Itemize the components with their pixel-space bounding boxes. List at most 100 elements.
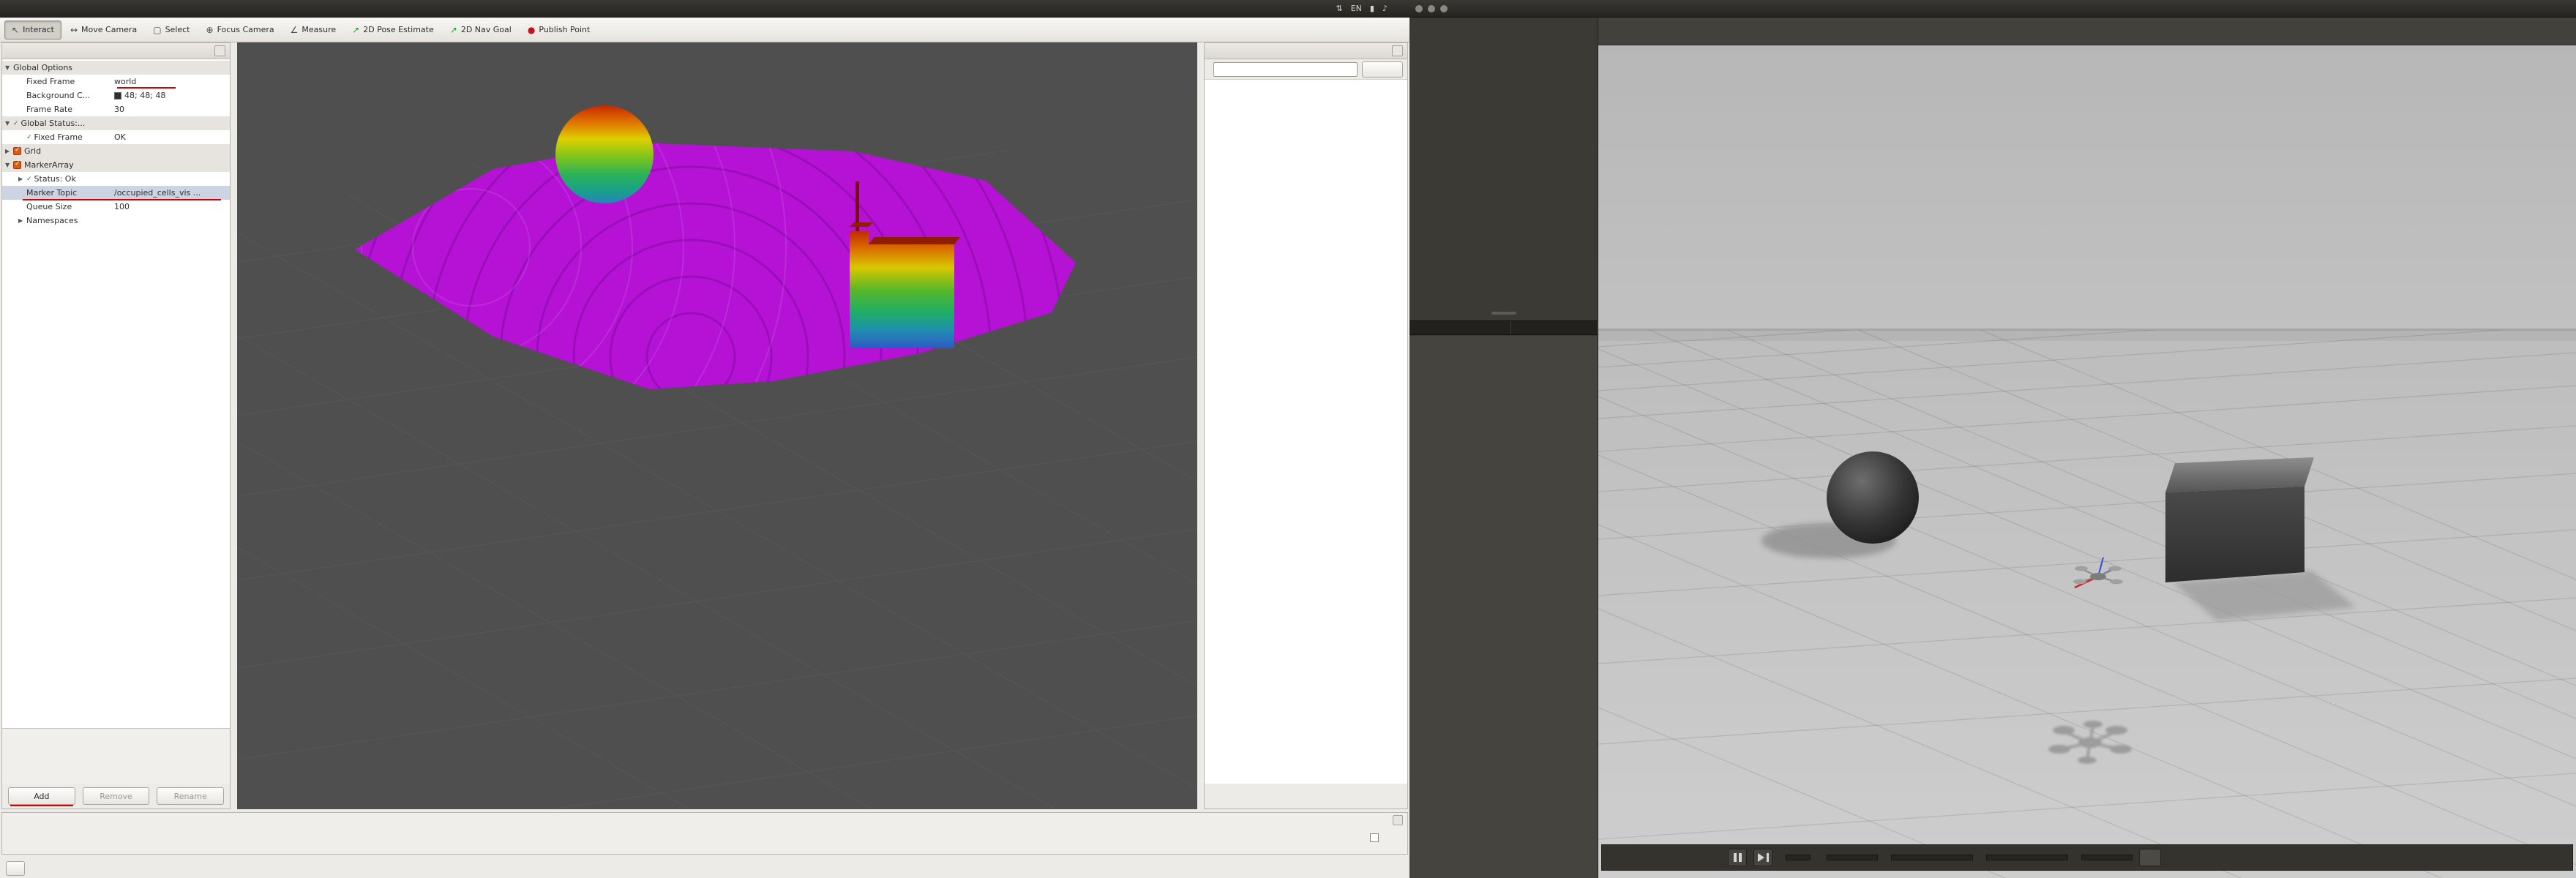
tool-icon: ↖ [12, 24, 20, 35]
row-global-status[interactable]: ▼ ✓ Global Status:... [2, 116, 230, 130]
property-value[interactable]: 100 [114, 202, 230, 211]
add-display-button[interactable]: Add [8, 787, 75, 806]
property-name: Global Status:... [20, 119, 86, 128]
close-icon[interactable] [1392, 45, 1403, 56]
time-panel [1, 812, 1408, 855]
tool-select-button[interactable]: ▢ Select [146, 20, 197, 40]
row-frame-rate[interactable]: Frame Rate 30 [2, 102, 230, 116]
property-name: Frame Rate [26, 105, 72, 114]
expand-arrow-icon[interactable]: ▶ [18, 217, 26, 224]
window-controls[interactable] [1415, 4, 1448, 12]
add-tool-button[interactable] [741, 20, 758, 38]
panel-splitter-right[interactable] [1197, 42, 1204, 809]
view-type-combobox[interactable] [1213, 61, 1358, 77]
displays-panel-header [2, 43, 230, 59]
tool-move-camera-button[interactable]: ↔ Move Camera [63, 20, 144, 40]
dual-monitor-desktop: ⇅ EN ▮ ♪ ↖ Interact ↔ Move Camera ▢ Sele… [0, 0, 2576, 878]
battery-indicator-icon[interactable]: ▮ [1370, 4, 1374, 13]
minimize-window-icon[interactable] [1428, 4, 1435, 12]
monitor-right [1409, 0, 2576, 878]
tool-2d-nav-goal-button[interactable]: ↗ 2D Nav Goal [443, 20, 519, 40]
property-name: Background C... [26, 91, 91, 100]
close-window-icon[interactable] [1415, 4, 1423, 12]
expand-arrow-icon[interactable]: ▶ [5, 148, 13, 154]
tool-interact-button[interactable]: ↖ Interact [4, 20, 61, 40]
expand-arrow-icon[interactable]: ▼ [5, 64, 13, 71]
property-name: Global Options [13, 63, 73, 72]
tool-label: Select [165, 25, 190, 34]
row-namespaces[interactable]: ▶ Namespaces [2, 214, 230, 228]
pause-button[interactable] [1728, 849, 1747, 866]
expand-arrow-icon[interactable]: ▶ [18, 176, 26, 182]
row-background-color[interactable]: Background C... 48; 48; 48 [2, 89, 230, 102]
rename-display-button: Rename [157, 787, 225, 805]
gazebo-left-panel [1409, 18, 1598, 878]
unit-box-model[interactable] [2165, 457, 2314, 582]
gazebo-3d-canvas[interactable] [1598, 45, 2576, 878]
row-grid-display[interactable]: ▶ Grid [2, 144, 230, 158]
view-type-row [1205, 59, 1407, 80]
property-column-header [1409, 321, 1511, 334]
rviz-3d-canvas[interactable] [237, 42, 1197, 809]
tool-label: Measure [302, 25, 337, 34]
tool-icon: ↔ [70, 24, 78, 35]
real-time-value[interactable] [1986, 855, 2068, 860]
views-buttons [1205, 784, 1407, 808]
property-value[interactable]: 48; 48; 48 [114, 91, 230, 100]
iterations-value[interactable] [2081, 855, 2133, 860]
tool-2d-pose-estimate-button[interactable]: ↗ 2D Pose Estimate [345, 20, 441, 40]
panel-splitter-left[interactable] [231, 42, 237, 809]
close-icon[interactable] [214, 45, 225, 56]
row-status-fixed-frame[interactable]: ✓ Fixed Frame OK [2, 130, 230, 144]
close-icon[interactable] [1393, 815, 1403, 825]
property-value[interactable]: OK [114, 132, 230, 142]
tool-icon: ∠ [290, 24, 299, 35]
experimental-checkbox[interactable] [1370, 833, 1379, 842]
color-swatch [114, 91, 121, 100]
panel-resize-handle[interactable] [1491, 312, 1516, 315]
sound-indicator-icon[interactable]: ♪ [1382, 4, 1388, 13]
expand-arrow-icon[interactable]: ▼ [5, 120, 13, 127]
row-fixed-frame[interactable]: Fixed Frame world [2, 75, 230, 89]
remove-tool-button[interactable] [764, 20, 789, 38]
row-global-options[interactable]: ▼ Global Options [2, 61, 230, 75]
property-value[interactable]: 30 [114, 105, 230, 114]
tool-label: 2D Pose Estimate [363, 25, 434, 34]
expand-arrow-icon[interactable]: ▼ [5, 162, 13, 168]
sim-time-value[interactable] [1891, 855, 1973, 860]
ubuntu-top-panel-left: ⇅ EN ▮ ♪ [0, 0, 1409, 18]
row-markerarray-status[interactable]: ▶ ✓ Status: Ok [2, 172, 230, 186]
property-value[interactable]: /occupied_cells_vis ... [114, 188, 230, 198]
views-panel-header [1205, 43, 1407, 59]
gazebo-window [1409, 18, 2576, 878]
property-name: Status: Ok [34, 174, 76, 184]
real-time-factor-value[interactable] [1827, 855, 1878, 860]
reset-time-button[interactable] [6, 861, 25, 876]
maximize-window-icon[interactable] [1440, 4, 1448, 12]
enabled-checkbox[interactable] [13, 146, 21, 155]
keyboard-layout-indicator[interactable]: EN [1351, 4, 1362, 13]
reset-button[interactable] [2139, 849, 2161, 866]
row-marker-topic[interactable]: Marker Topic /occupied_cells_vis ... [2, 186, 230, 200]
network-indicator-icon[interactable]: ⇅ [1336, 4, 1343, 13]
tool-icon: ↗ [352, 24, 360, 35]
tool-focus-camera-button[interactable]: ⊕ Focus Camera [199, 20, 282, 40]
value-column-header [1511, 321, 1598, 334]
tool-publish-point-button[interactable]: ● Publish Point [520, 20, 598, 40]
rviz-3d-viewport[interactable] [237, 42, 1197, 809]
ground-plane [1598, 330, 2576, 878]
gazebo-3d-viewport[interactable] [1598, 45, 2576, 878]
unit-sphere-model[interactable] [1827, 451, 1919, 544]
steps-value[interactable] [1786, 855, 1811, 860]
tool-icon: ● [527, 24, 536, 35]
rviz-window: ↖ Interact ↔ Move Camera ▢ Select ⊕ Focu… [0, 18, 1409, 878]
property-value[interactable]: world [114, 77, 230, 86]
zero-button[interactable] [1362, 61, 1403, 78]
tool-measure-button[interactable]: ∠ Measure [283, 20, 344, 40]
enabled-checkbox[interactable] [13, 160, 21, 169]
step-button[interactable] [1753, 849, 1772, 866]
row-queue-size[interactable]: Queue Size 100 [2, 200, 230, 214]
property-name: Marker Topic [26, 188, 78, 198]
property-name: Fixed Frame [34, 132, 83, 142]
row-markerarray-display[interactable]: ▼ MarkerArray [2, 158, 230, 172]
